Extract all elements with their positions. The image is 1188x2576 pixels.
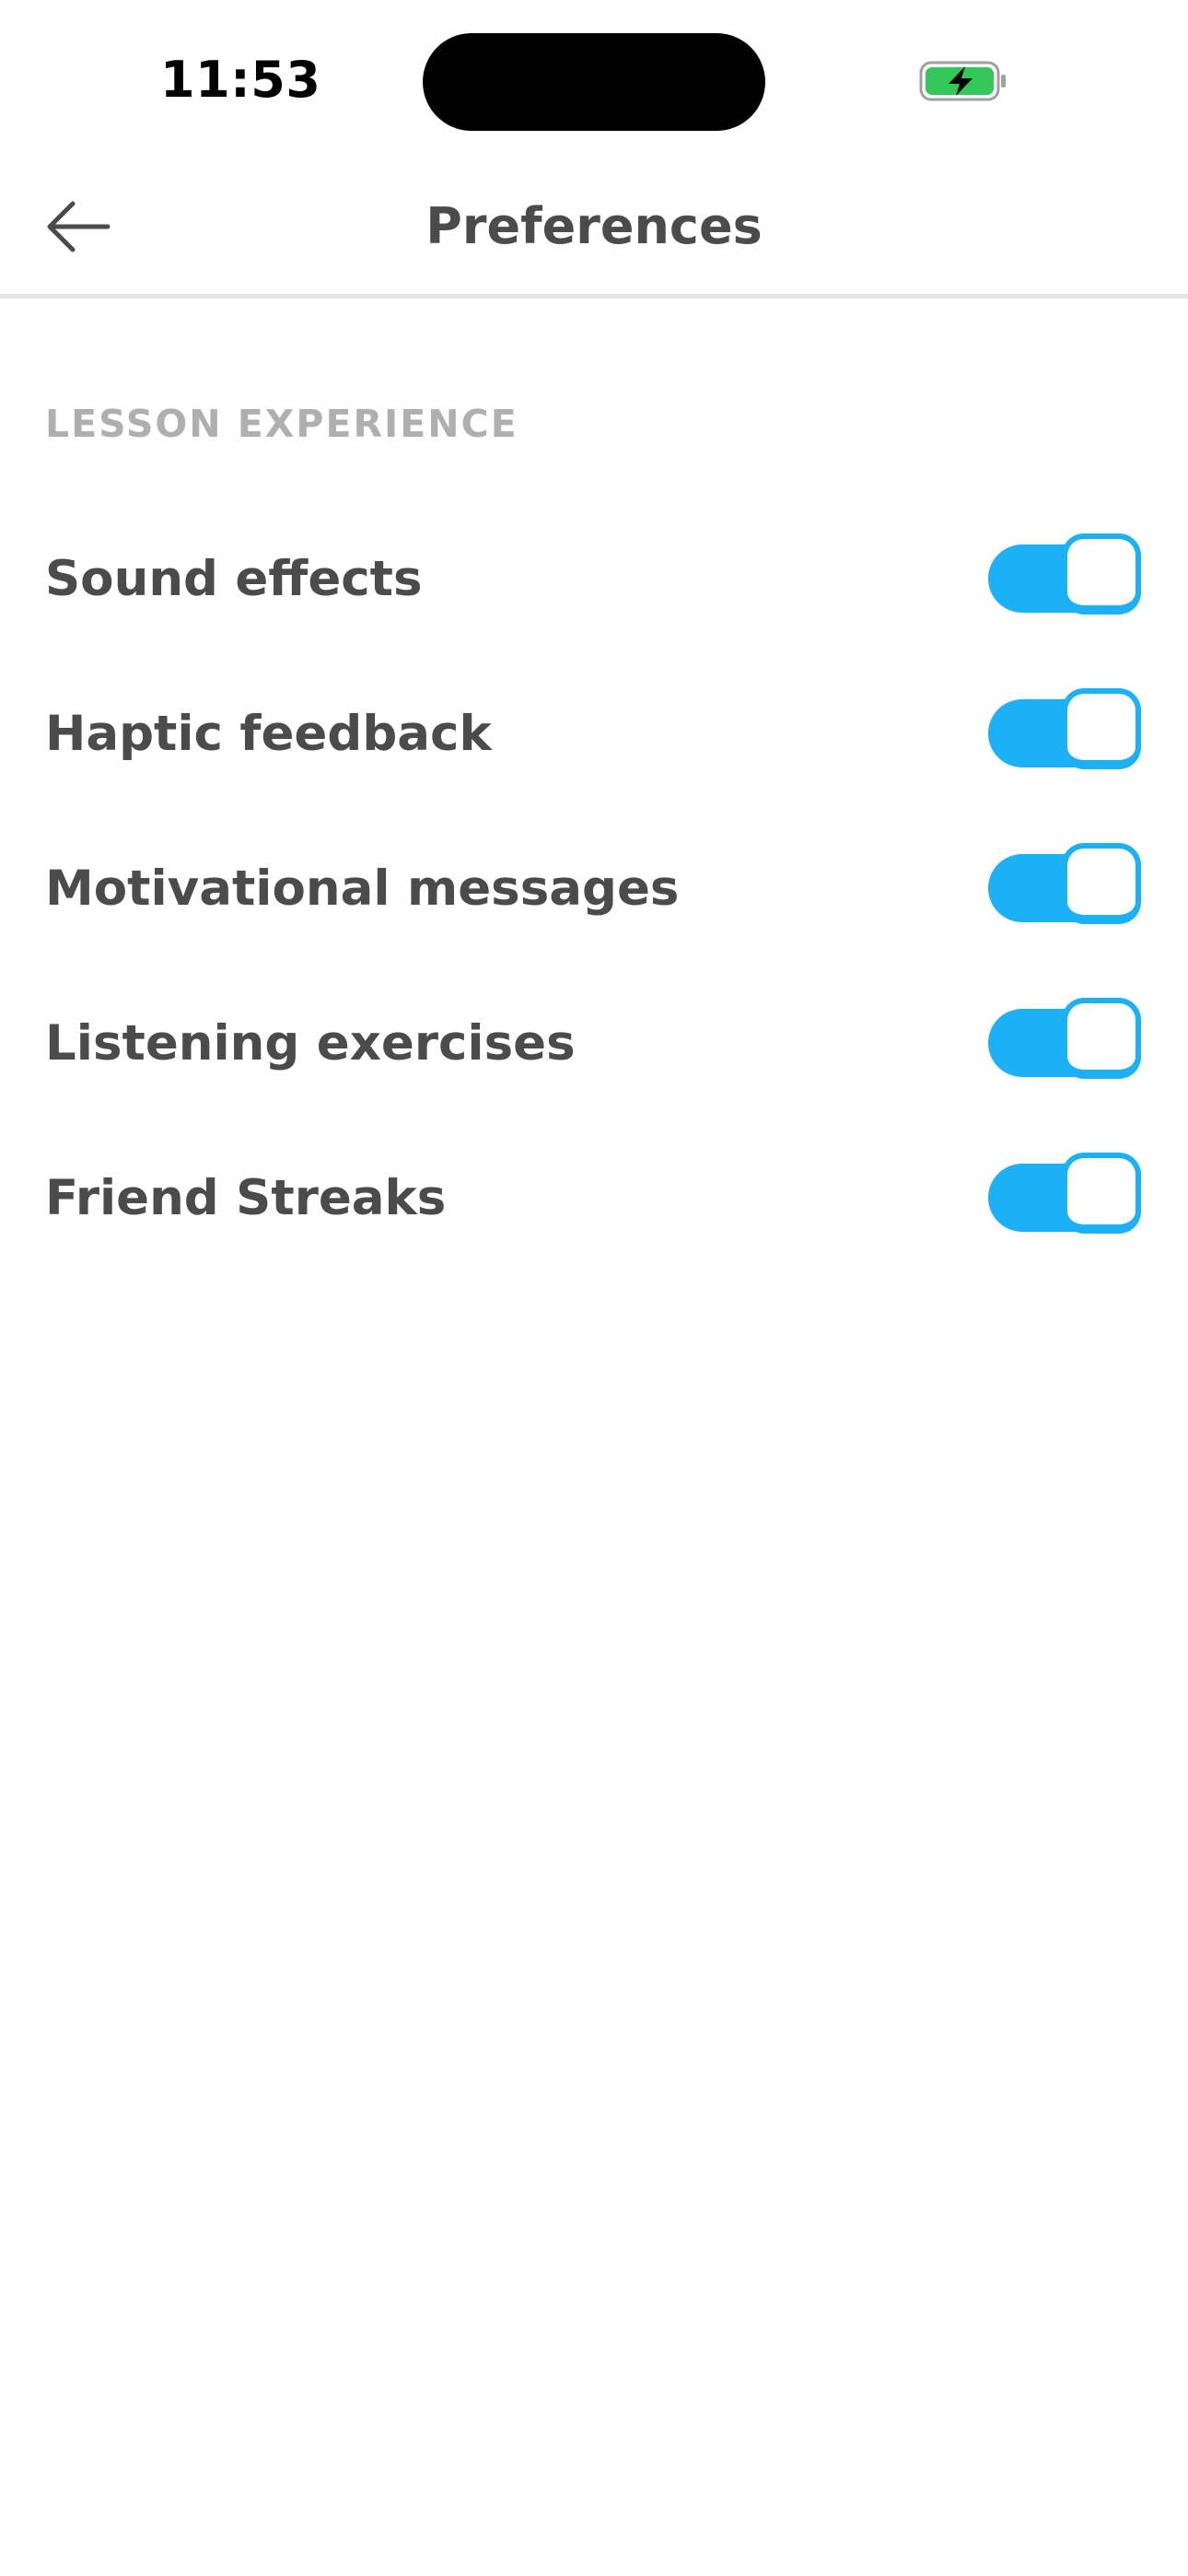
setting-label: Friend Streaks [45,1170,447,1226]
toggle-knob [1062,1153,1141,1234]
toggle-knob [1062,843,1141,924]
haptic-feedback-toggle[interactable] [988,688,1145,777]
page-title: Preferences [425,197,763,255]
status-bar: 11:53 [0,0,1188,157]
setting-label: Sound effects [45,551,423,607]
toggle-knob [1062,688,1141,769]
settings-list: Sound effects Haptic feedback Motivation… [0,502,1188,1276]
setting-label: Motivational messages [45,861,680,917]
battery-charging-icon [919,59,1007,103]
dynamic-island [423,33,765,131]
friend-streaks-toggle[interactable] [988,1153,1145,1241]
toggle-knob [1062,533,1141,615]
motivational-messages-toggle[interactable] [988,843,1145,931]
setting-row-haptic-feedback: Haptic feedback [0,657,1188,812]
sound-effects-toggle[interactable] [988,533,1145,622]
status-time: 11:53 [160,51,321,109]
toggle-knob [1062,998,1141,1079]
section-header-lesson-experience: LESSON EXPERIENCE [45,402,518,446]
setting-row-sound-effects: Sound effects [0,502,1188,657]
setting-label: Haptic feedback [45,706,492,762]
setting-row-listening-exercises: Listening exercises [0,966,1188,1121]
setting-label: Listening exercises [45,1015,576,1071]
listening-exercises-toggle[interactable] [988,998,1145,1086]
setting-row-motivational-messages: Motivational messages [0,812,1188,966]
navigation-header: Preferences [0,157,1188,299]
setting-row-friend-streaks: Friend Streaks [0,1121,1188,1276]
